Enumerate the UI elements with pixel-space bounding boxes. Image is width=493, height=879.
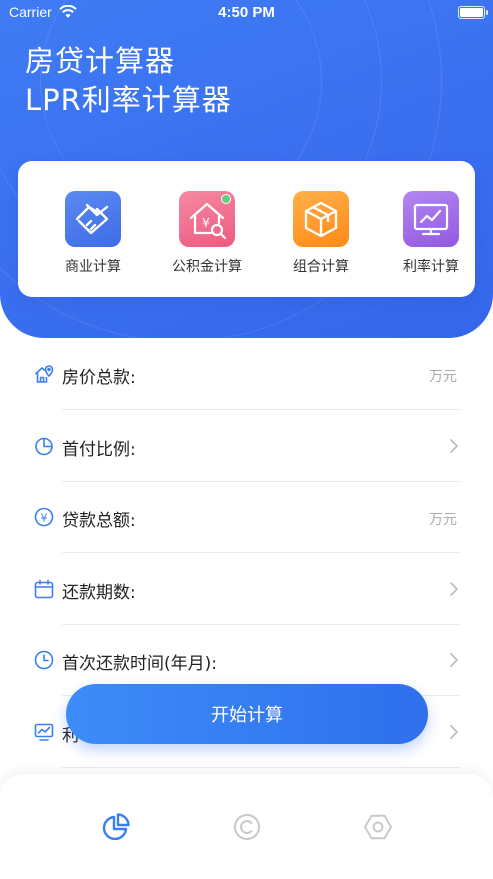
monitor-chart-icon <box>34 723 54 741</box>
cube-box-icon <box>293 191 349 247</box>
loan-amount-unit: 万元 <box>429 512 457 528</box>
tool-commercial-loan[interactable]: 商业计算 <box>43 191 143 276</box>
first-repayment-date-label: 首次还款时间(年月): <box>62 654 217 674</box>
tool-label: 公积金计算 <box>172 259 242 275</box>
tool-housing-fund-loan[interactable]: ¥ 公积金计算 <box>157 191 257 276</box>
yuan-circle-icon: ¥ <box>34 507 54 527</box>
tool-combination-loan[interactable]: 组合计算 <box>271 191 371 276</box>
status-bar: Carrier 4:50 PM <box>0 0 493 26</box>
chevron-right-icon <box>450 582 458 596</box>
tool-label: 利率计算 <box>403 259 459 275</box>
divider <box>62 767 461 768</box>
house-price-label: 房价总款: <box>62 368 136 388</box>
tab-settings-hexagon-nut-icon[interactable] <box>363 812 393 842</box>
loan-amount-label: 贷款总额: <box>62 511 136 531</box>
down-payment-ratio-row[interactable]: 首付比例: <box>0 410 493 482</box>
house-yuan-search-icon: ¥ <box>179 191 235 247</box>
calendar-icon <box>34 579 54 599</box>
svg-text:¥: ¥ <box>41 512 48 525</box>
svg-text:¥: ¥ <box>202 216 210 230</box>
handshake-icon <box>65 191 121 247</box>
chevron-right-icon <box>450 439 458 453</box>
tool-label: 商业计算 <box>65 259 121 275</box>
house-price-unit: 万元 <box>429 369 457 385</box>
repayment-periods-row[interactable]: 还款期数: <box>0 553 493 625</box>
repayment-periods-label: 还款期数: <box>62 583 136 603</box>
battery-icon <box>458 6 488 19</box>
down-payment-ratio-label: 首付比例: <box>62 440 136 460</box>
app-subtitle: LPR利率计算器 <box>25 83 232 117</box>
clock-time: 4:50 PM <box>218 4 275 21</box>
tool-interest-rate[interactable]: 利率计算 <box>381 191 481 276</box>
app-title: 房贷计算器 <box>25 44 176 78</box>
house-location-icon <box>34 365 54 383</box>
tab-copyright-icon[interactable] <box>232 812 262 842</box>
tool-label: 组合计算 <box>293 259 349 275</box>
chevron-right-icon <box>450 725 458 739</box>
loan-amount-row[interactable]: ¥ 贷款总额: 万元 <box>0 481 493 553</box>
monitor-chart-icon <box>403 191 459 247</box>
calculator-type-card: 商业计算 ¥ 公积金计算 组合计算 利率计算 <box>18 161 475 297</box>
house-price-row[interactable]: 房价总款: 万元 <box>0 338 493 410</box>
notification-dot <box>221 194 231 204</box>
tab-bar <box>0 774 493 879</box>
clock-icon <box>34 650 54 670</box>
pie-chart-icon <box>35 437 53 456</box>
chevron-right-icon <box>450 653 458 667</box>
start-calculation-button[interactable]: 开始计算 <box>66 684 428 744</box>
tab-calculator-pie-chart-icon[interactable] <box>101 812 131 842</box>
